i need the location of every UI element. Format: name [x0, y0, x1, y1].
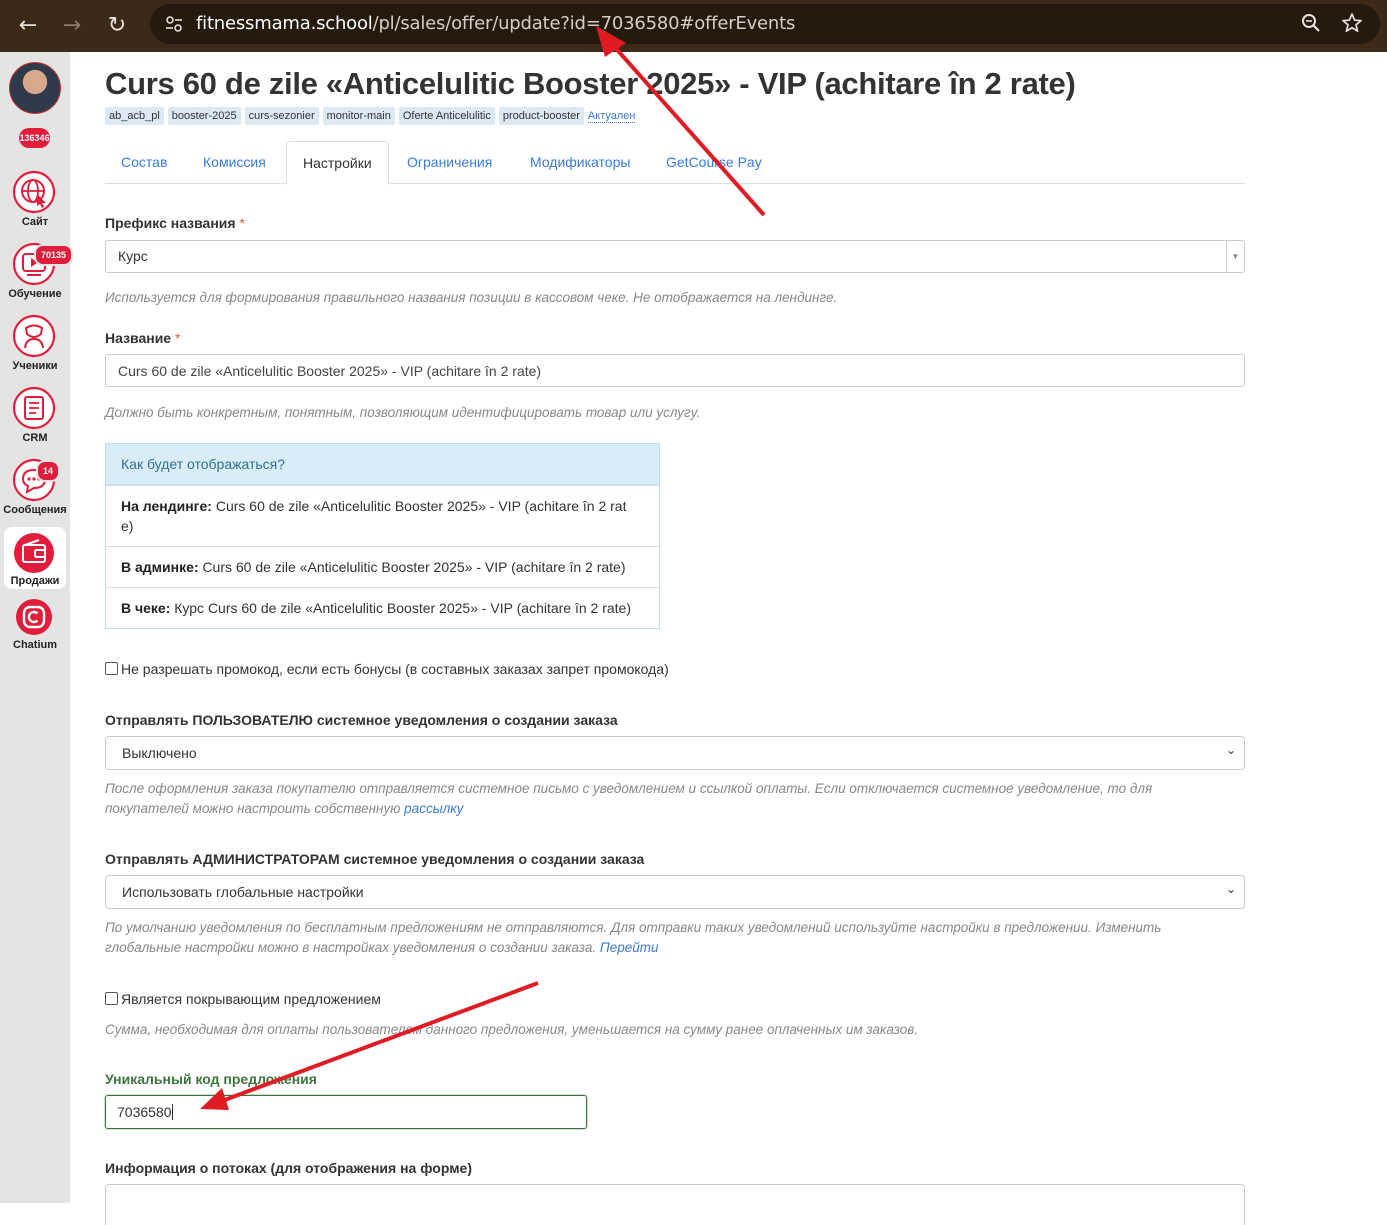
site-settings-icon[interactable] — [164, 14, 184, 34]
sidebar-item-students[interactable]: Ученики — [0, 314, 70, 378]
crm-icon — [12, 386, 56, 430]
chatium-icon — [16, 599, 52, 635]
reload-icon[interactable]: ↻ — [101, 10, 133, 42]
covering-offer-hint: Сумма, необходимая для оплаты пользовате… — [105, 1022, 919, 1037]
sidebar-item-label: Ученики — [12, 360, 58, 372]
user-id-badge: 136346 — [19, 128, 50, 148]
sidebar-item-label: Сайт — [21, 216, 49, 228]
back-icon[interactable]: ← — [12, 10, 44, 42]
tag[interactable]: product-booster — [498, 107, 584, 125]
chevron-down-icon: ⌄ — [1225, 882, 1236, 896]
dropdown-arrow-icon: ▼ — [1226, 241, 1244, 272]
text-caret — [171, 1104, 173, 1120]
streams-input[interactable] — [105, 1184, 1245, 1225]
globe-icon — [12, 170, 56, 214]
name-hint: Должно быть конкретным, понятным, позвол… — [105, 405, 701, 420]
tab-modifiers[interactable]: Модификаторы — [514, 141, 646, 182]
tag[interactable]: monitor-main — [322, 107, 395, 125]
go-link[interactable]: Перейти — [600, 940, 659, 955]
sidebar-item-learning[interactable]: 70135 Обучение — [0, 242, 74, 306]
tab-restrictions[interactable]: Ограничения — [391, 141, 508, 182]
preview-heading: Как будет отображаться? — [106, 444, 659, 485]
no-promo-option[interactable]: Не разрешать промокод, если есть бонусы … — [105, 661, 669, 677]
browser-toolbar: ← → ↻ fitnessmama.school/pl/sales/offer/… — [0, 0, 1387, 52]
tag[interactable]: curs-sezonier — [244, 107, 319, 125]
unique-code-label: Уникальный код предложения — [105, 1071, 317, 1087]
wallet-icon — [14, 533, 54, 573]
url-host: fitnessmama.school — [196, 13, 373, 34]
user-notify-select[interactable]: Выключено ⌄ — [105, 736, 1245, 770]
sidebar-item-label: Chatium — [13, 639, 57, 651]
sidebar-item-label: CRM — [22, 432, 48, 444]
chevron-down-icon: ⌄ — [1225, 743, 1236, 757]
prefix-hint: Используется для формирования правильног… — [105, 290, 838, 305]
student-icon — [12, 314, 56, 358]
forward-icon[interactable]: → — [56, 10, 88, 42]
learning-count-badge: 70135 — [34, 244, 74, 266]
status-link[interactable]: Актуален — [587, 110, 636, 123]
sidebar-item-sales[interactable]: Продажи — [4, 527, 66, 589]
user-notify-hint: После оформления заказа покупателю отпра… — [105, 781, 1153, 816]
name-input[interactable]: Curs 60 de zile «Anticelulitic Booster 2… — [105, 354, 1245, 387]
zoom-icon[interactable] — [1300, 12, 1322, 34]
avatar[interactable] — [9, 62, 61, 114]
url-path: /pl/sales/offer/update?id=7036580#offerE… — [372, 13, 796, 34]
no-promo-checkbox[interactable] — [105, 662, 118, 675]
url-text: fitnessmama.school/pl/sales/offer/update… — [196, 13, 795, 34]
display-preview-panel: Как будет отображаться? На лендинге: Cur… — [105, 443, 660, 629]
prefix-value: Курс — [118, 248, 148, 264]
tab-settings[interactable]: Настройки — [286, 141, 389, 185]
bookmark-star-icon[interactable] — [1341, 12, 1363, 34]
admin-notify-select[interactable]: Использовать глобальные настройки ⌄ — [105, 875, 1245, 909]
tag[interactable]: ab_acb_pl — [105, 107, 164, 125]
streams-label: Информация о потоках (для отображения на… — [105, 1160, 473, 1176]
sidebar-item-chatium[interactable]: Chatium — [0, 597, 70, 661]
preview-admin-row: В админке: Curs 60 de zile «Anticeluliti… — [106, 546, 659, 587]
user-notify-label: Отправлять ПОЛЬЗОВАТЕЛЮ системное уведом… — [105, 712, 618, 728]
page-title: Curs 60 de zile «Anticelulitic Booster 2… — [105, 66, 1076, 101]
covering-offer-option[interactable]: Является покрывающим предложением — [105, 991, 381, 1007]
tag[interactable]: booster-2025 — [167, 107, 241, 125]
sidebar-item-crm[interactable]: CRM — [0, 386, 70, 450]
admin-notify-label: Отправлять АДМИНИСТРАТОРАМ системное уве… — [105, 851, 645, 867]
messages-count-badge: 14 — [36, 460, 61, 482]
tag[interactable]: Oferte Anticelulitic — [398, 107, 495, 125]
tab-composition[interactable]: Состав — [105, 141, 183, 182]
tab-bar: Состав Комиссия Настройки Ограничения Мо… — [105, 141, 1245, 185]
name-label: Название * — [105, 330, 181, 346]
prefix-select[interactable]: Курс ▼ — [105, 240, 1245, 273]
mailing-link[interactable]: рассылку — [404, 801, 463, 816]
tag-list: ab_acb_pl booster-2025 curs-sezonier monito… — [105, 106, 636, 125]
sidebar-item-label: Сообщения — [3, 504, 67, 516]
tab-getcourse-pay[interactable]: GetCourse Pay — [650, 141, 778, 182]
sidebar-item-label: Обучение — [8, 288, 62, 300]
sidebar: 136346 Сайт 70135 Обучение Ученики CRM 1… — [0, 52, 74, 1203]
covering-offer-checkbox[interactable] — [105, 992, 118, 1005]
address-bar[interactable]: fitnessmama.school/pl/sales/offer/update… — [150, 4, 1380, 44]
prefix-label: Префикс названия * — [105, 215, 245, 231]
preview-landing-row: На лендинге: Curs 60 de zile «Anticeluli… — [106, 485, 659, 546]
sidebar-item-messages[interactable]: 14 Сообщения — [0, 458, 70, 522]
sidebar-item-label: Продажи — [10, 575, 60, 587]
admin-notify-hint: По умолчанию уведомления по бесплатным п… — [105, 920, 1162, 955]
tab-commission[interactable]: Комиссия — [187, 141, 282, 182]
preview-receipt-row: В чеке: Курс Curs 60 de zile «Anticeluli… — [106, 587, 659, 628]
unique-code-input[interactable]: 7036580 — [105, 1095, 587, 1129]
sidebar-item-site[interactable]: Сайт — [0, 170, 70, 234]
